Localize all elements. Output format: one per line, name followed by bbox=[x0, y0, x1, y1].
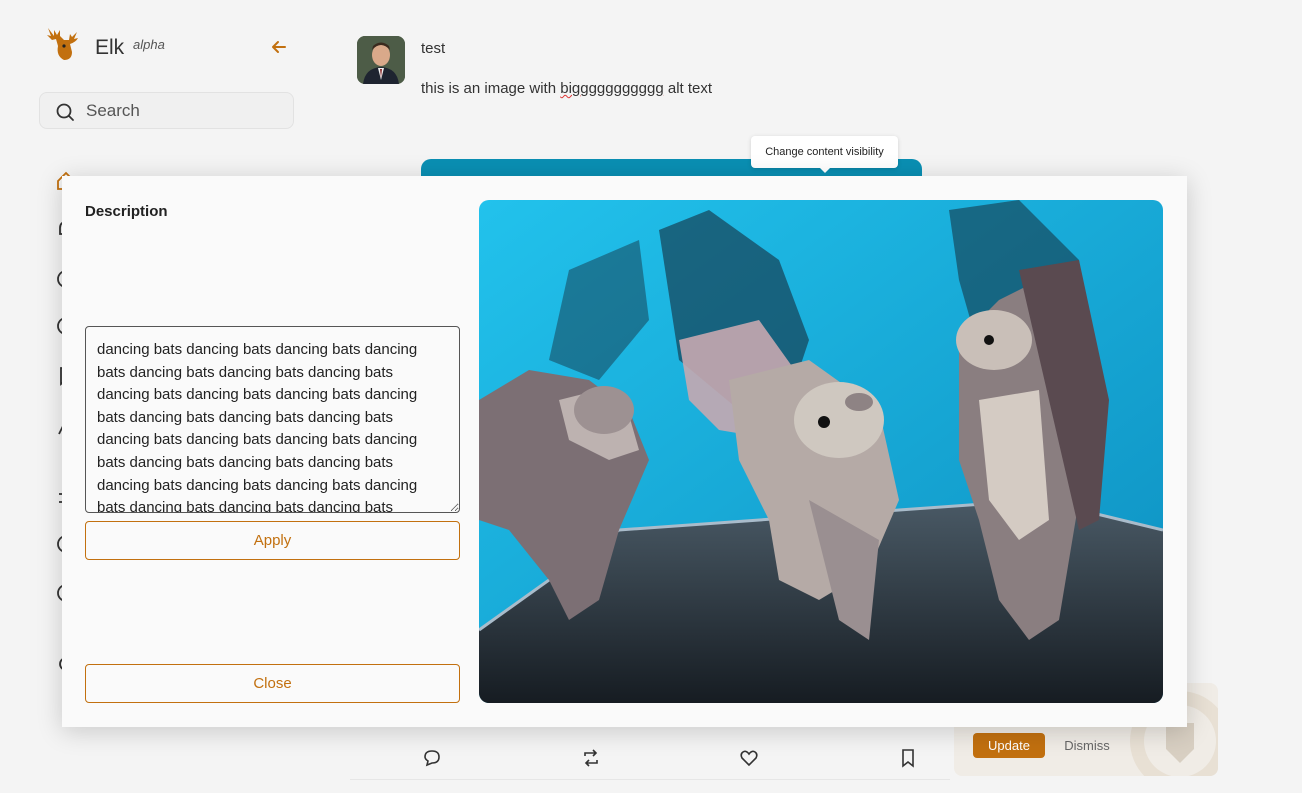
description-label: Description bbox=[85, 203, 168, 220]
apply-button[interactable]: Apply bbox=[85, 521, 460, 560]
media-preview-image bbox=[479, 200, 1163, 703]
close-button[interactable]: Close bbox=[85, 664, 460, 703]
media-description-dialog: Description dancing bats dancing bats da… bbox=[62, 176, 1187, 727]
description-textarea[interactable]: dancing bats dancing bats dancing bats d… bbox=[85, 326, 460, 513]
